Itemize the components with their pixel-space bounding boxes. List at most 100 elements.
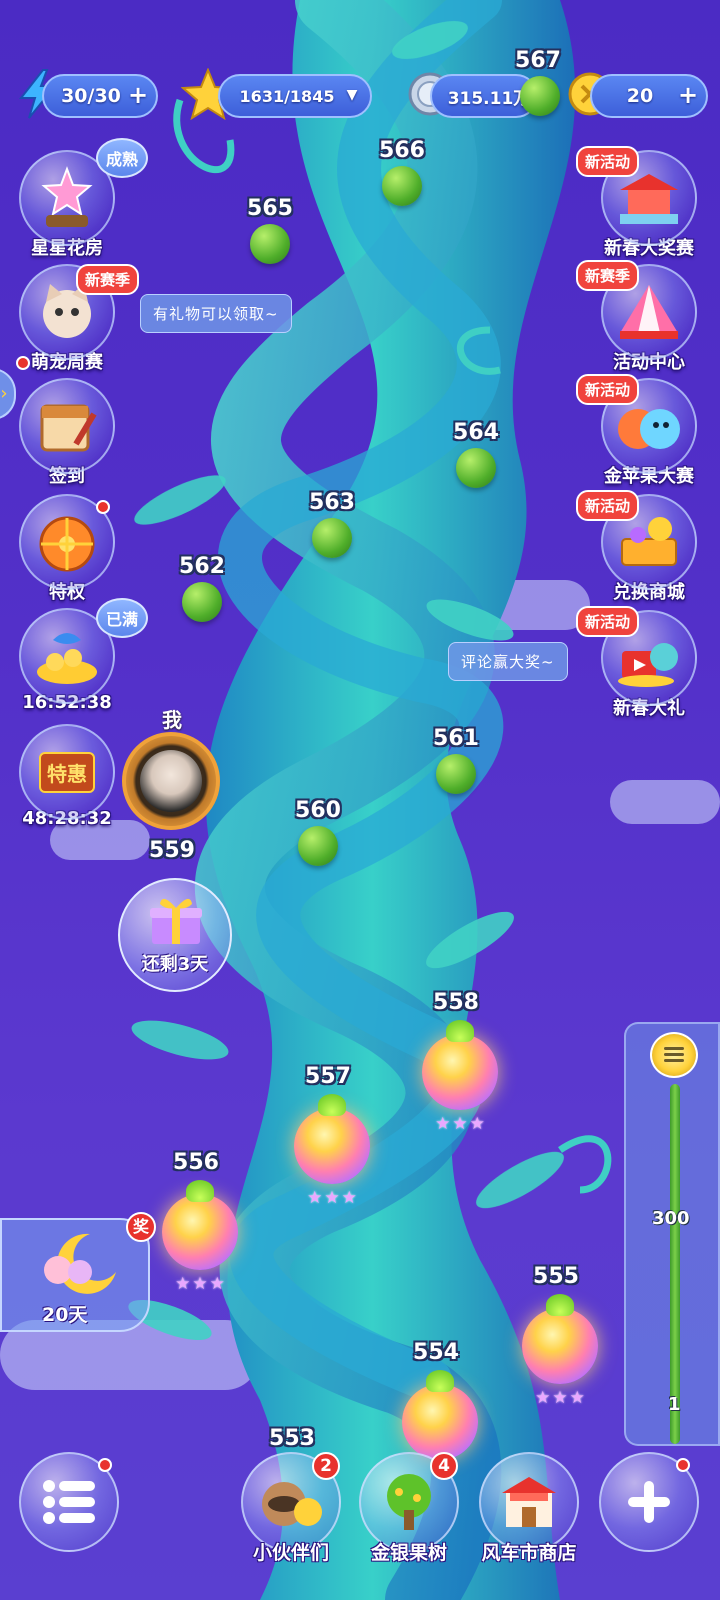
new-event-tag: 新活动 [576,146,640,177]
player-marker-label: 我 [162,708,182,732]
moon-pig-icon [44,1233,116,1294]
level-563-node[interactable] [312,518,352,558]
menu-list-icon [664,1047,684,1062]
pet-weekly-button[interactable]: 新赛季 萌宠周赛 [12,264,140,374]
level-562-number: 562 [179,554,225,579]
level-558-node[interactable] [422,1020,498,1110]
treasure-button[interactable]: 已满 16:52:38 [12,598,149,713]
avatar-photo [140,750,202,812]
notification-dot [16,356,30,370]
level-562-node[interactable] [182,582,222,622]
level-560-number: 560 [295,798,341,823]
temple-icon [620,174,678,224]
gold-counter[interactable]: 20 + [590,74,708,118]
gift-countdown: 还剩3天 [141,954,209,975]
add-button[interactable] [594,1452,704,1552]
windmill-shop-label: 风车市商店 [481,1542,577,1564]
scroll-bottom-label: 1 [668,1394,681,1415]
main-menu-button[interactable] [14,1452,124,1552]
special-offer-button[interactable]: 特惠 48:28:32 [12,724,122,829]
gift-box-icon [150,898,202,944]
flower-icon [41,166,93,227]
chevron-down-icon[interactable]: ▼ [340,84,364,108]
level-561-node[interactable] [436,754,476,794]
spring-contest-button[interactable]: 新活动 新春大奖赛 [576,146,704,260]
notification-dot [676,1458,690,1472]
exchange-mall-button[interactable]: 新活动 兑换商城 [576,490,704,604]
sign-in-bubble [19,378,115,474]
ripe-tag: 成熟 [96,138,149,178]
level-557-stars: ★ ★ ★ [307,1188,357,1208]
level-564-number: 564 [453,420,499,445]
level-553-number: 553 [269,1426,315,1451]
energy-value: 30/30 [61,85,121,107]
level-555-node[interactable] [522,1294,598,1384]
sign-in-button[interactable]: 签到 [12,378,122,488]
new-event-tag: 新活动 [576,490,640,521]
level-557-node[interactable] [294,1094,370,1184]
level-557-number: 557 [305,1064,351,1089]
player-avatar[interactable] [122,732,220,830]
level-556-stars: ★ ★ ★ [175,1274,225,1294]
level-556-node[interactable] [162,1180,238,1270]
level-566-number: 566 [379,138,425,163]
level-554-number: 554 [413,1340,459,1365]
plus-icon [628,1481,670,1523]
energy-counter[interactable]: 30/30 + [42,74,158,118]
level-558-stars: ★ ★ ★ [435,1114,485,1134]
fruit-tree-label: 金银果树 [370,1542,447,1564]
level-567-number: 567 [515,48,561,73]
level-560-node[interactable] [298,826,338,866]
level-555-number: 555 [533,1264,579,1289]
fruit-tree-button[interactable]: 4 金银果树 [354,1452,464,1564]
level-567-node[interactable] [520,76,560,116]
add-gold-button[interactable]: + [676,83,700,108]
friends-badge: 2 [312,1452,340,1480]
coin-value: 315.11万 [447,88,531,109]
add-energy-button[interactable]: + [126,83,150,108]
level-566-node[interactable] [382,166,422,206]
star-value: 1631/1845 [239,86,335,106]
calendar-icon [40,404,97,452]
level-559-number: 559 [149,838,195,863]
gift-bubble[interactable]: 还剩3天 [118,878,232,992]
wheel-icon [39,516,95,572]
scroll-top-label: 300 [652,1208,690,1229]
level-556-number: 556 [173,1150,219,1175]
tree-icon [387,1474,431,1530]
full-tag: 已满 [96,598,149,638]
star-counter[interactable]: 1631/1845 ▼ [218,74,372,118]
friends-label: 小伙伴们 [252,1542,329,1564]
friends-button[interactable]: 2 小伙伴们 [236,1452,346,1564]
level-564-node[interactable] [456,448,496,488]
level-555-stars: ★ ★ ★ [535,1388,585,1408]
comment-speech-bubble: 评论赢大奖~ [448,642,568,681]
spring-gift-button[interactable]: 新活动 新春大礼 [576,606,704,720]
menu-list-icon [43,1480,95,1524]
level-561-number: 561 [433,726,479,751]
scroll-handle[interactable] [650,1032,698,1078]
level-progress-scroll[interactable]: 300 1 [624,1022,720,1446]
reward-days-label: 20天 [42,1304,88,1326]
fruit-tree-badge: 4 [430,1452,458,1480]
raccoon-icon [262,1482,322,1526]
special-offer-bubble: 特惠 [19,724,115,820]
privilege-button[interactable]: 特权 [12,494,122,604]
level-554-node[interactable] [402,1370,478,1460]
new-season-tag: 新赛季 [76,264,140,295]
level-565-node[interactable] [250,224,290,264]
gold-pile-icon [37,633,97,684]
notification-dot [98,1458,112,1472]
gold-value: 20 [626,85,654,107]
new-event-tag: 新活动 [576,606,640,637]
reward-tag: 奖 [126,1212,156,1242]
flower-house-button[interactable]: 成熟 星星花房 [12,138,149,260]
notification-dot [96,500,110,514]
windmill-shop-button[interactable]: 风车市商店 [474,1452,584,1564]
new-event-tag: 新活动 [576,374,640,405]
activity-center-button[interactable]: 新赛季 活动中心 [576,260,704,374]
golden-apple-button[interactable]: 新活动 金苹果大赛 [576,374,704,488]
windmill-shop-bubble [479,1452,579,1552]
new-season-tag: 新赛季 [576,260,640,291]
level-565-number: 565 [247,196,293,221]
